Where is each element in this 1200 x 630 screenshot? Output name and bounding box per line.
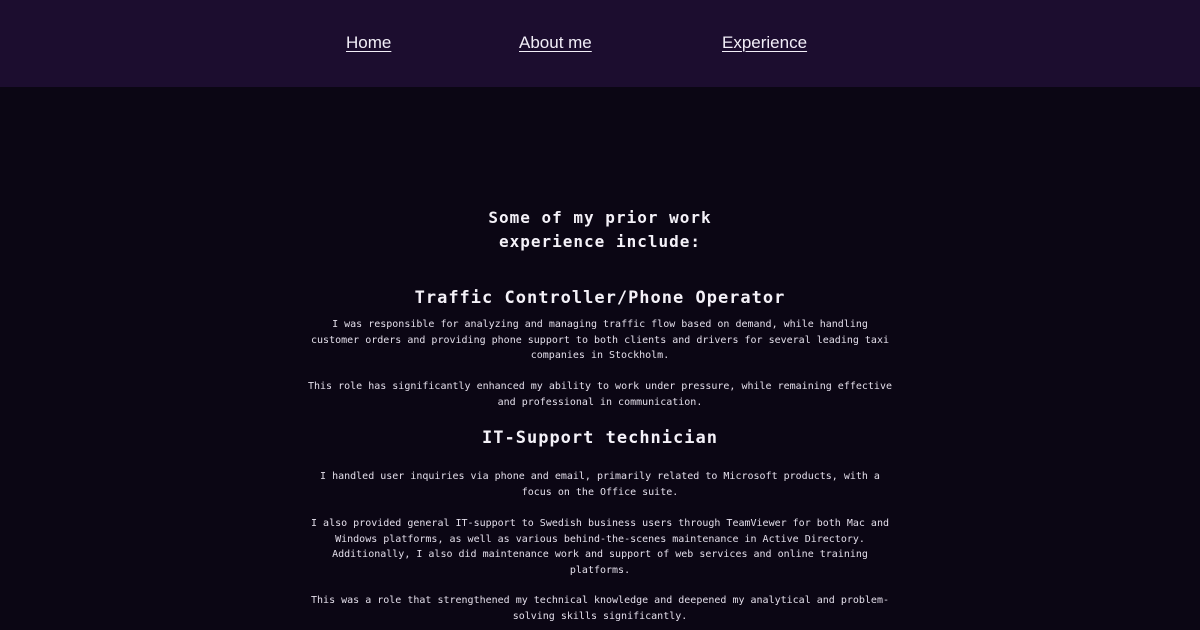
nav-link-about-me[interactable]: About me: [519, 33, 592, 53]
nav-link-experience[interactable]: Experience: [722, 33, 807, 53]
role-description-traffic-2: This role has significantly enhanced my …: [308, 381, 892, 408]
intro-line-2: experience include:: [498, 232, 702, 251]
experience-section: Some of my prior work experience include…: [0, 87, 1200, 630]
role-description-it-3: This was a role that strengthened my tec…: [311, 595, 889, 622]
section-intro-heading: Some of my prior work experience include…: [0, 206, 1200, 254]
role-description-it-1: I handled user inquiries via phone and e…: [320, 471, 880, 498]
role-description-it-2: I also provided general IT-support to Sw…: [311, 518, 889, 576]
role-title-traffic-controller: Traffic Controller/Phone Operator: [414, 288, 786, 308]
role-description-traffic-1: I was responsible for analyzing and mana…: [311, 319, 889, 361]
role-title-it-support: IT-Support technician: [482, 428, 718, 448]
nav-link-home[interactable]: Home: [346, 33, 391, 53]
top-navigation: Home About me Experience: [0, 0, 1200, 87]
intro-line-1: Some of my prior work: [488, 208, 712, 227]
